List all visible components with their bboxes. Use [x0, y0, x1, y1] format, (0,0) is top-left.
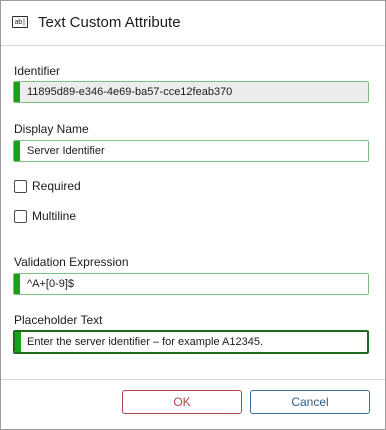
identifier-value: 11895d89-e346-4e69-ba57-cce12feab370 — [27, 86, 233, 98]
footer-divider — [1, 379, 385, 380]
cancel-button[interactable]: Cancel — [250, 390, 370, 414]
placeholder-text-label: Placeholder Text — [14, 313, 103, 327]
multiline-checkbox[interactable] — [14, 210, 27, 223]
required-checkbox-label: Required — [32, 179, 81, 193]
required-indicator-bar — [14, 82, 20, 102]
display-name-label: Display Name — [14, 122, 89, 136]
display-name-field[interactable]: Server Identifier — [13, 140, 369, 162]
ok-button[interactable]: OK — [122, 390, 242, 414]
placeholder-text-value: Enter the server identifier – for exampl… — [27, 336, 264, 348]
validation-expression-value: ^A+[0-9]$ — [27, 278, 75, 290]
dialog-titlebar: ab| Text Custom Attribute — [1, 1, 385, 46]
dialog-title: Text Custom Attribute — [38, 14, 181, 31]
identifier-label: Identifier — [14, 64, 61, 78]
validation-expression-label: Validation Expression — [14, 255, 129, 269]
placeholder-text-field[interactable]: Enter the server identifier – for exampl… — [13, 330, 369, 354]
multiline-checkbox-label: Multiline — [32, 209, 77, 223]
text-custom-attribute-dialog: ab| Text Custom Attribute Identifier 118… — [0, 0, 386, 430]
required-checkbox[interactable] — [14, 180, 27, 193]
required-indicator-bar — [15, 332, 21, 352]
identifier-field[interactable]: 11895d89-e346-4e69-ba57-cce12feab370 — [13, 81, 369, 103]
validation-expression-field[interactable]: ^A+[0-9]$ — [13, 273, 369, 295]
display-name-value: Server Identifier — [27, 145, 105, 157]
text-field-icon: ab| — [12, 16, 28, 28]
required-indicator-bar — [14, 274, 20, 294]
required-indicator-bar — [14, 141, 20, 161]
